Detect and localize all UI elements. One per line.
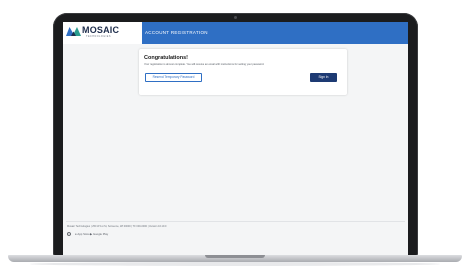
- laptop-notch: [205, 255, 265, 258]
- brand-name: MOSAIC: [82, 25, 120, 35]
- nav-bar: ACCOUNT REGISTRATION: [142, 22, 408, 44]
- card-title: Congratulations!: [144, 55, 188, 61]
- app-store-label: App Store: [77, 232, 90, 236]
- registration-card: Congratulations! Your registration is al…: [139, 49, 347, 95]
- page-title: ACCOUNT REGISTRATION: [145, 30, 208, 35]
- laptop-screen: MOSAIC TECHNOLOGIES ACCOUNT REGISTRATION…: [63, 22, 408, 255]
- app-store-link[interactable]: ● App Store: [75, 232, 90, 236]
- brand-tagline: TECHNOLOGIES: [86, 35, 111, 38]
- app-header: MOSAIC TECHNOLOGIES ACCOUNT REGISTRATION: [63, 22, 408, 44]
- play-icon: ▶: [90, 232, 93, 236]
- google-play-link[interactable]: ▶ Google Play: [90, 232, 108, 236]
- globe-icon[interactable]: [67, 232, 71, 236]
- footer-info: Mosaic Technologies | 250 W 1st St, Some…: [67, 225, 167, 228]
- footer-divider: [66, 221, 405, 222]
- webcam-icon: [234, 16, 237, 19]
- sign-in-button[interactable]: Sign In: [310, 73, 337, 82]
- laptop-shadow: [30, 262, 440, 266]
- google-play-label: Google Play: [92, 232, 109, 236]
- mosaic-logo-icon: [66, 27, 81, 36]
- resend-password-button[interactable]: Resend Temporary Password: [145, 73, 202, 82]
- card-message: Your registration is almost complete. Yo…: [144, 63, 265, 66]
- brand-logo[interactable]: MOSAIC TECHNOLOGIES: [63, 22, 142, 44]
